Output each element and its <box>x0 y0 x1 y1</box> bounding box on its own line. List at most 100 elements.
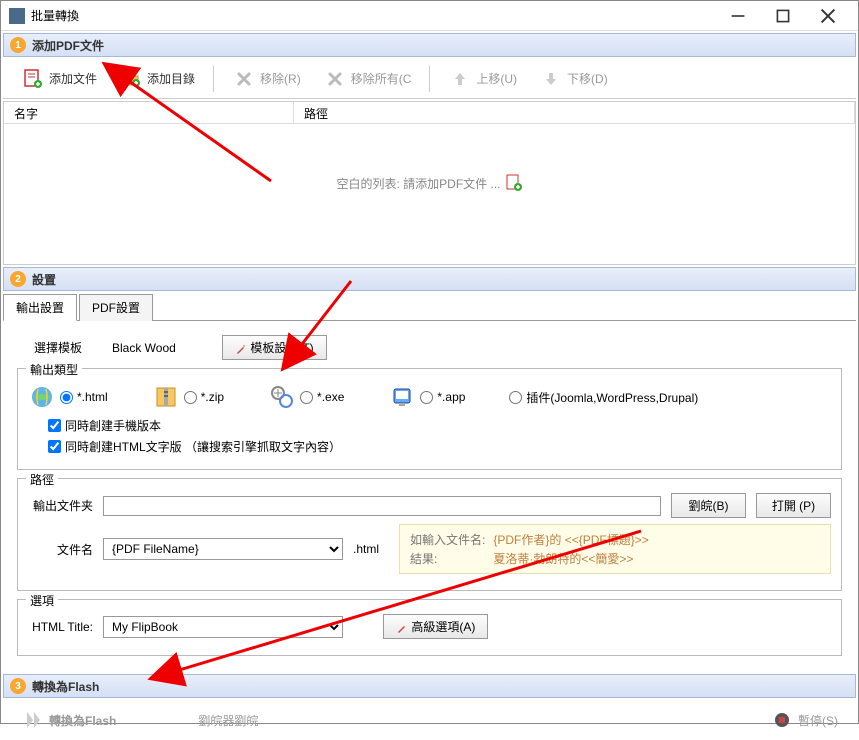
section-3-title: 轉換為Flash <box>32 678 99 695</box>
pdf-add-icon <box>505 174 523 192</box>
stop-icon <box>770 708 794 732</box>
pause-button[interactable]: 暫停(S) <box>762 704 846 736</box>
options-legend: 選項 <box>26 592 58 609</box>
window-titlebar: 批量轉換 <box>1 1 858 31</box>
check-mobile-label: 同時創建手機版本 <box>65 417 161 434</box>
html-title-label: HTML Title: <box>28 620 93 634</box>
template-label: 選擇模板 <box>17 339 82 356</box>
list-header: 名字 路徑 <box>4 102 855 124</box>
hint-result-label: 結果: <box>410 550 485 567</box>
add-folder-button[interactable]: 添加目錄 <box>111 63 203 95</box>
check-htmltext-label: 同時創建HTML文字版 （讓搜索引擎抓取文字內容） <box>65 438 341 455</box>
html-title-select[interactable]: My FlipBook <box>103 616 343 638</box>
close-button[interactable] <box>805 2 850 30</box>
maximize-button[interactable] <box>760 2 805 30</box>
options-fieldset: 選項 HTML Title: My FlipBook 高級選項(A) <box>17 599 842 656</box>
move-down-label: 下移(D) <box>567 70 608 87</box>
arrow-up-icon <box>448 67 472 91</box>
browser-view-button[interactable]: 劉皖器劉皖 <box>190 708 266 733</box>
tab-pdf[interactable]: PDF設置 <box>79 294 153 321</box>
folder-add-icon <box>119 67 143 91</box>
radio-plugin[interactable] <box>509 391 522 404</box>
path-legend: 路徑 <box>26 471 58 488</box>
section-3-toolbar: 轉換為Flash 劉皖器劉皖 暫停(S) <box>3 700 856 740</box>
arrow-down-icon <box>539 67 563 91</box>
section-3-header: 3 轉換為Flash <box>3 674 856 698</box>
app-icon <box>9 8 25 24</box>
convert-button[interactable]: 轉換為Flash <box>13 704 124 736</box>
minimize-button[interactable] <box>715 2 760 30</box>
output-type-fieldset: 輸出類型 *.html *.zip *.exe *.app <box>17 368 842 470</box>
filename-label: 文件名 <box>28 541 93 558</box>
output-folder-input[interactable] <box>103 496 661 516</box>
globe-icon <box>28 383 56 411</box>
section-1-title: 添加PDF文件 <box>32 37 104 54</box>
section-1-toolbar: 添加文件 添加目錄 移除(R) 移除所有(C 上移(U) 下移(D) <box>3 59 856 99</box>
pause-label: 暫停(S) <box>798 712 838 729</box>
template-btn-label: 模板設置(T) <box>250 341 313 355</box>
settings-body: 選擇模板 Black Wood 模板設置(T) 輸出類型 *.html *.zi… <box>1 321 858 672</box>
add-folder-label: 添加目錄 <box>147 70 195 87</box>
wand-icon <box>396 622 408 634</box>
col-path[interactable]: 路徑 <box>294 102 855 123</box>
advanced-label: 高級選項(A) <box>411 620 475 634</box>
mac-icon <box>388 383 416 411</box>
open-button[interactable]: 打開 (P) <box>756 493 831 518</box>
pdf-add-icon <box>21 67 45 91</box>
section-2-header: 2 設置 <box>3 267 856 291</box>
browser-view-label: 劉皖器劉皖 <box>198 712 258 729</box>
settings-tabs: 輸出設置 PDF設置 <box>3 293 856 321</box>
section-1-header: 1 添加PDF文件 <box>3 33 856 57</box>
convert-label: 轉換為Flash <box>49 712 116 729</box>
radio-app-label: *.app <box>437 390 465 404</box>
browse-button[interactable]: 劉皖(B) <box>671 493 746 518</box>
add-file-button[interactable]: 添加文件 <box>13 63 105 95</box>
output-folder-label: 輸出文件夹 <box>28 497 93 514</box>
move-up-button[interactable]: 上移(U) <box>440 63 525 95</box>
hint-box: 如輸入文件名: {PDF作者}的 <<{PDF標題}>> 結果: 夏洛蒂·勃朗特… <box>399 524 831 574</box>
radio-plugin-label: 插件(Joomla,WordPress,Drupal) <box>526 389 698 406</box>
toolbar-separator <box>213 66 214 92</box>
radio-exe[interactable] <box>300 391 313 404</box>
empty-text: 空白的列表: 請添加PDF文件 ... <box>336 175 500 192</box>
tab-output[interactable]: 輸出設置 <box>3 294 77 321</box>
section-1-num: 1 <box>10 37 26 53</box>
play-icon <box>21 708 45 732</box>
remove-all-icon <box>323 67 347 91</box>
advanced-button[interactable]: 高級選項(A) <box>383 614 488 639</box>
remove-all-button[interactable]: 移除所有(C <box>315 63 420 95</box>
zip-icon <box>152 383 180 411</box>
radio-app[interactable] <box>420 391 433 404</box>
remove-button[interactable]: 移除(R) <box>224 63 309 95</box>
section-2-num: 2 <box>10 271 26 287</box>
hint-input-val: {PDF作者}的 <<{PDF標題}>> <box>493 531 820 548</box>
check-htmltext[interactable] <box>48 440 61 453</box>
filename-select[interactable]: {PDF FileName} <box>103 538 343 560</box>
toolbar-separator <box>429 66 430 92</box>
col-name[interactable]: 名字 <box>4 102 294 123</box>
radio-html[interactable] <box>60 391 73 404</box>
radio-html-label: *.html <box>77 390 108 404</box>
empty-message: 空白的列表: 請添加PDF文件 ... <box>336 174 522 192</box>
template-value: Black Wood <box>92 341 212 355</box>
check-mobile[interactable] <box>48 419 61 432</box>
output-type-legend: 輸出類型 <box>26 361 82 378</box>
wand-icon <box>235 343 247 355</box>
remove-all-label: 移除所有(C <box>351 70 412 87</box>
template-settings-button[interactable]: 模板設置(T) <box>222 335 327 360</box>
move-down-button[interactable]: 下移(D) <box>531 63 616 95</box>
window-title: 批量轉換 <box>31 7 715 24</box>
radio-exe-label: *.exe <box>317 390 344 404</box>
hint-input-label: 如輸入文件名: <box>410 531 485 548</box>
path-fieldset: 路徑 輸出文件夹 劉皖(B) 打開 (P) 文件名 {PDF FileName}… <box>17 478 842 591</box>
file-list[interactable]: 名字 路徑 空白的列表: 請添加PDF文件 ... <box>3 101 856 265</box>
move-up-label: 上移(U) <box>476 70 517 87</box>
add-file-label: 添加文件 <box>49 70 97 87</box>
section-2-title: 設置 <box>32 271 56 288</box>
hint-result-val: 夏洛蒂·勃朗特的<<簡愛>> <box>493 550 820 567</box>
section-3-num: 3 <box>10 678 26 694</box>
ext-label: .html <box>353 542 379 556</box>
radio-zip-label: *.zip <box>201 390 224 404</box>
remove-label: 移除(R) <box>260 70 301 87</box>
radio-zip[interactable] <box>184 391 197 404</box>
